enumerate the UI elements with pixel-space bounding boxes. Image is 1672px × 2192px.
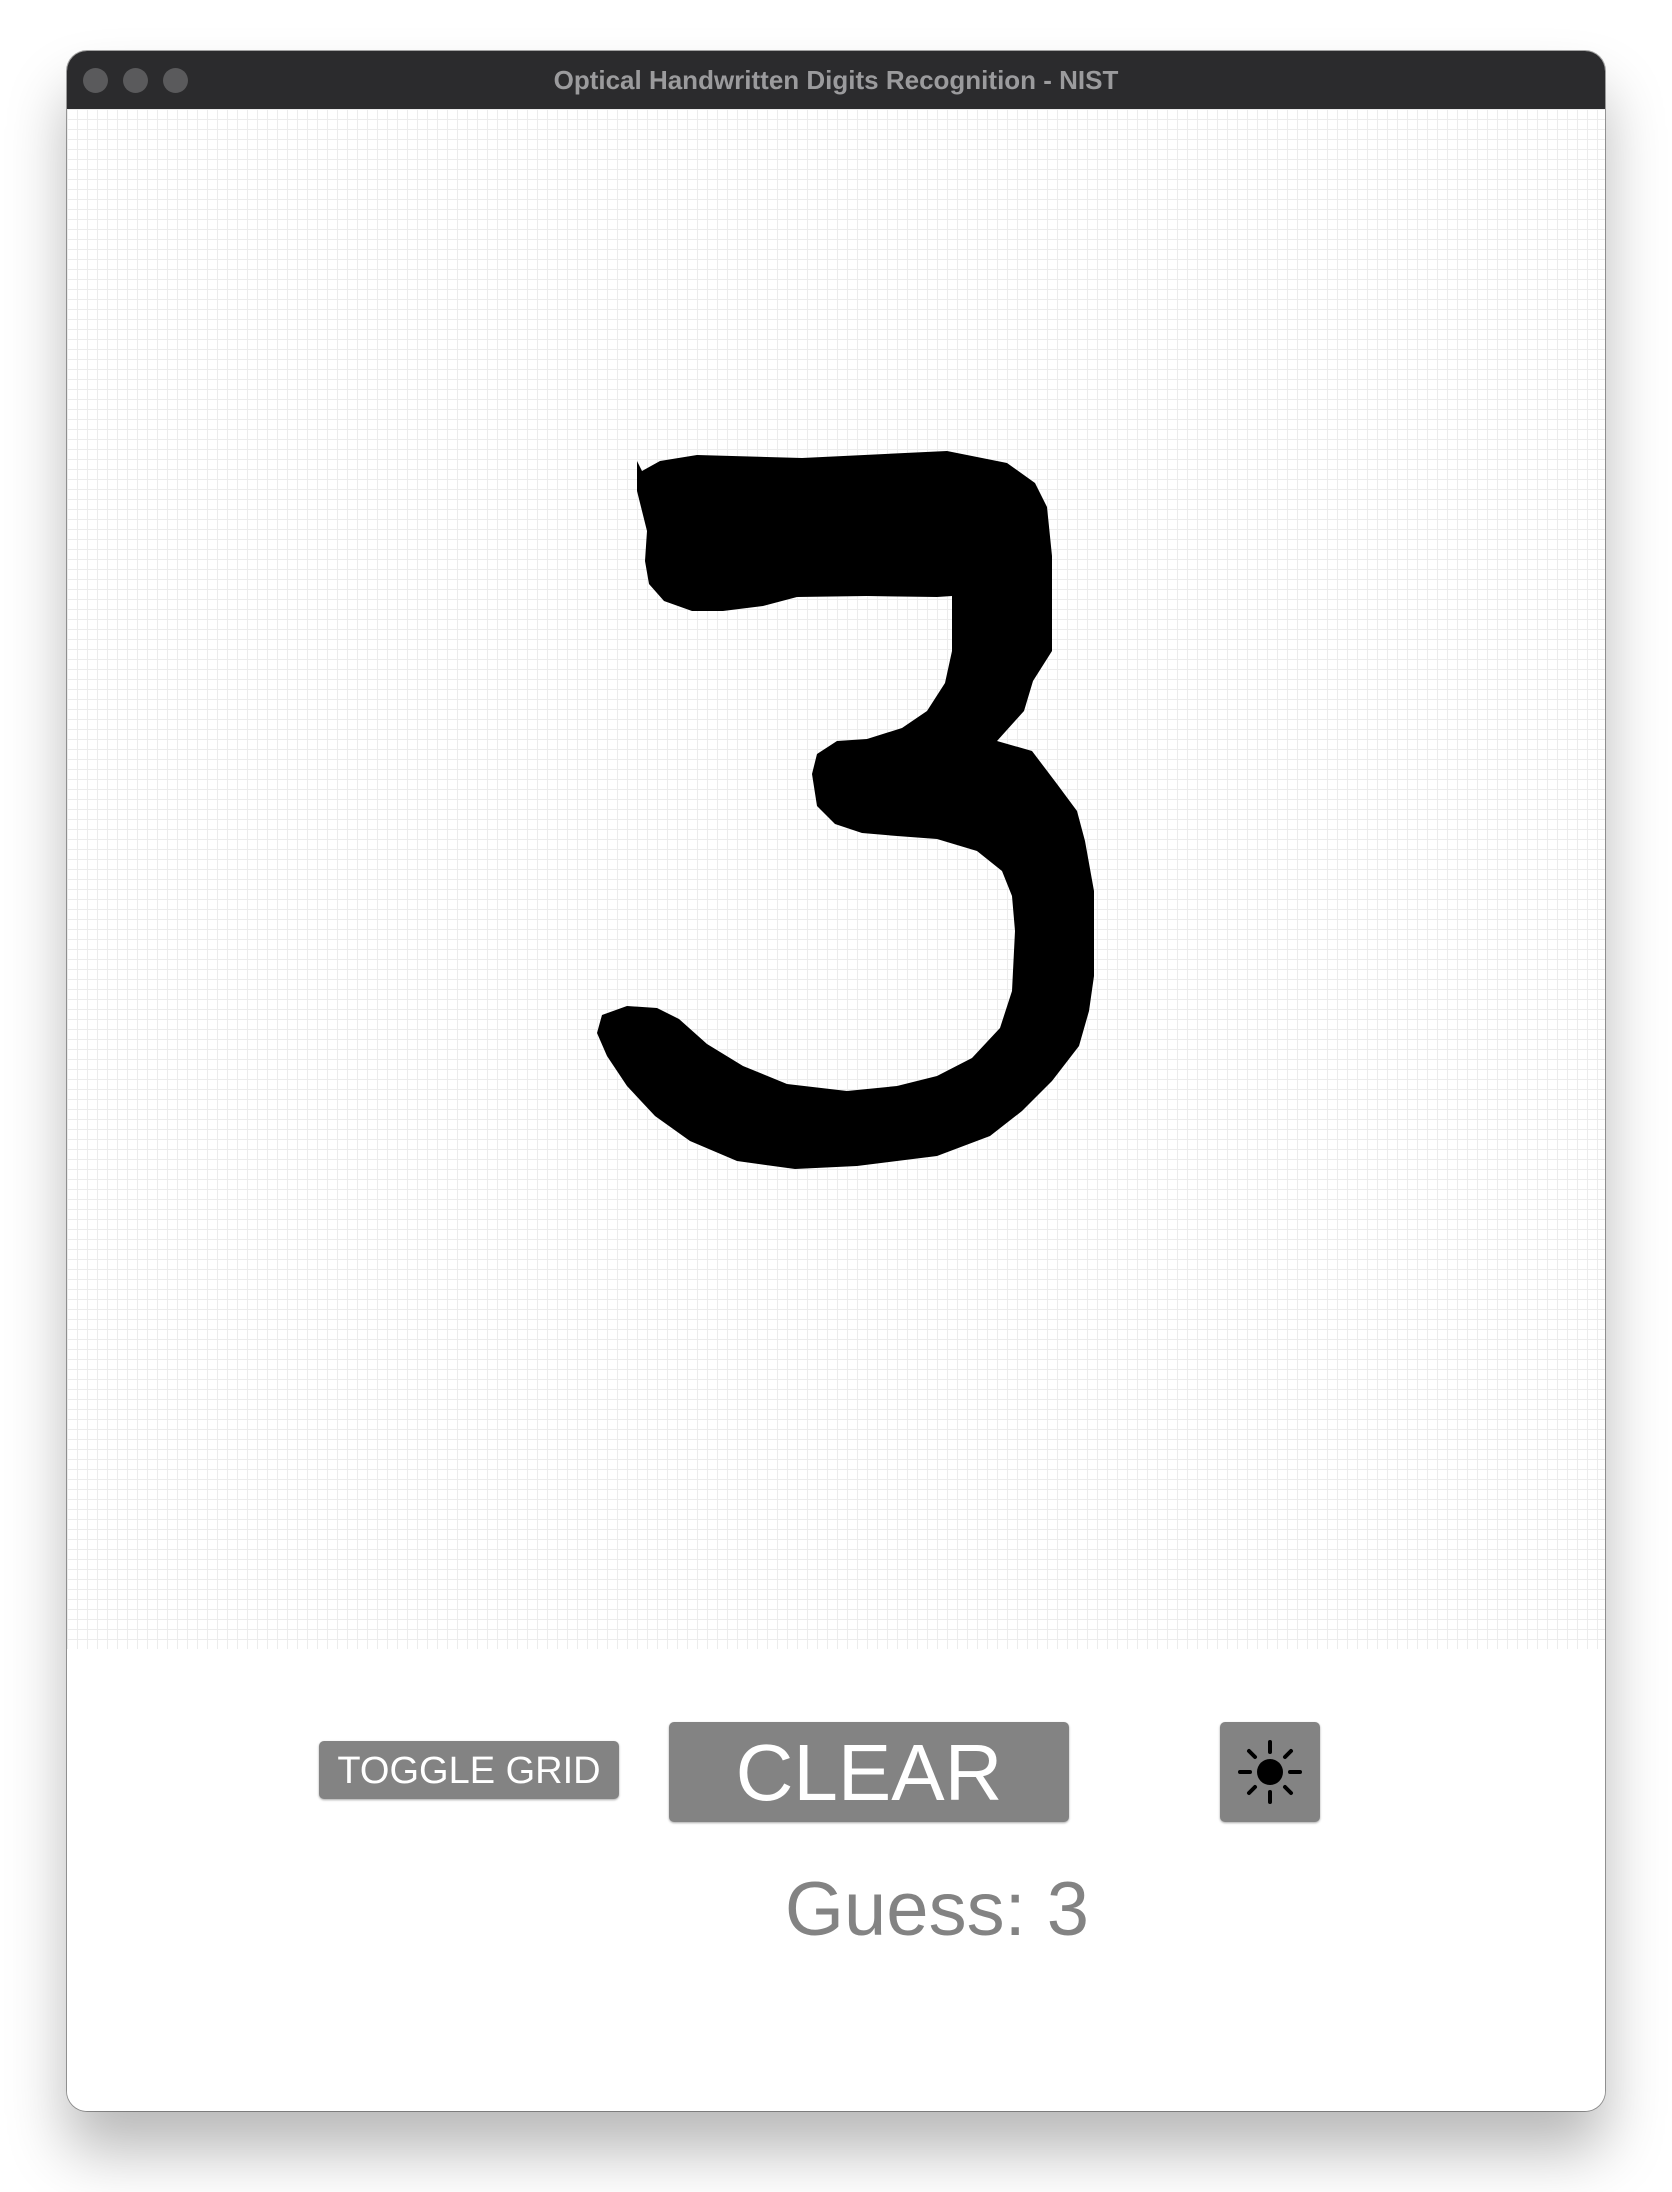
clear-button[interactable]: CLEAR: [669, 1722, 1069, 1822]
sun-icon: [1238, 1740, 1302, 1804]
controls-panel: TOGGLE GRID CLEAR Guess: 3: [67, 1649, 1605, 2111]
theme-toggle-button[interactable]: [1220, 1722, 1320, 1822]
guess-result: Guess: 3: [784, 1867, 1090, 1952]
app-window: Optical Handwritten Digits Recognition -…: [67, 51, 1605, 2111]
toggle-grid-button[interactable]: TOGGLE GRID: [319, 1741, 619, 1799]
title-bar: Optical Handwritten Digits Recognition -…: [67, 51, 1605, 109]
window-title: Optical Handwritten Digits Recognition -…: [553, 65, 1119, 95]
handwritten-digit-drawing: [597, 451, 1094, 1169]
digit-stroke: [597, 451, 1094, 1169]
drawing-canvas[interactable]: [67, 109, 1605, 1649]
